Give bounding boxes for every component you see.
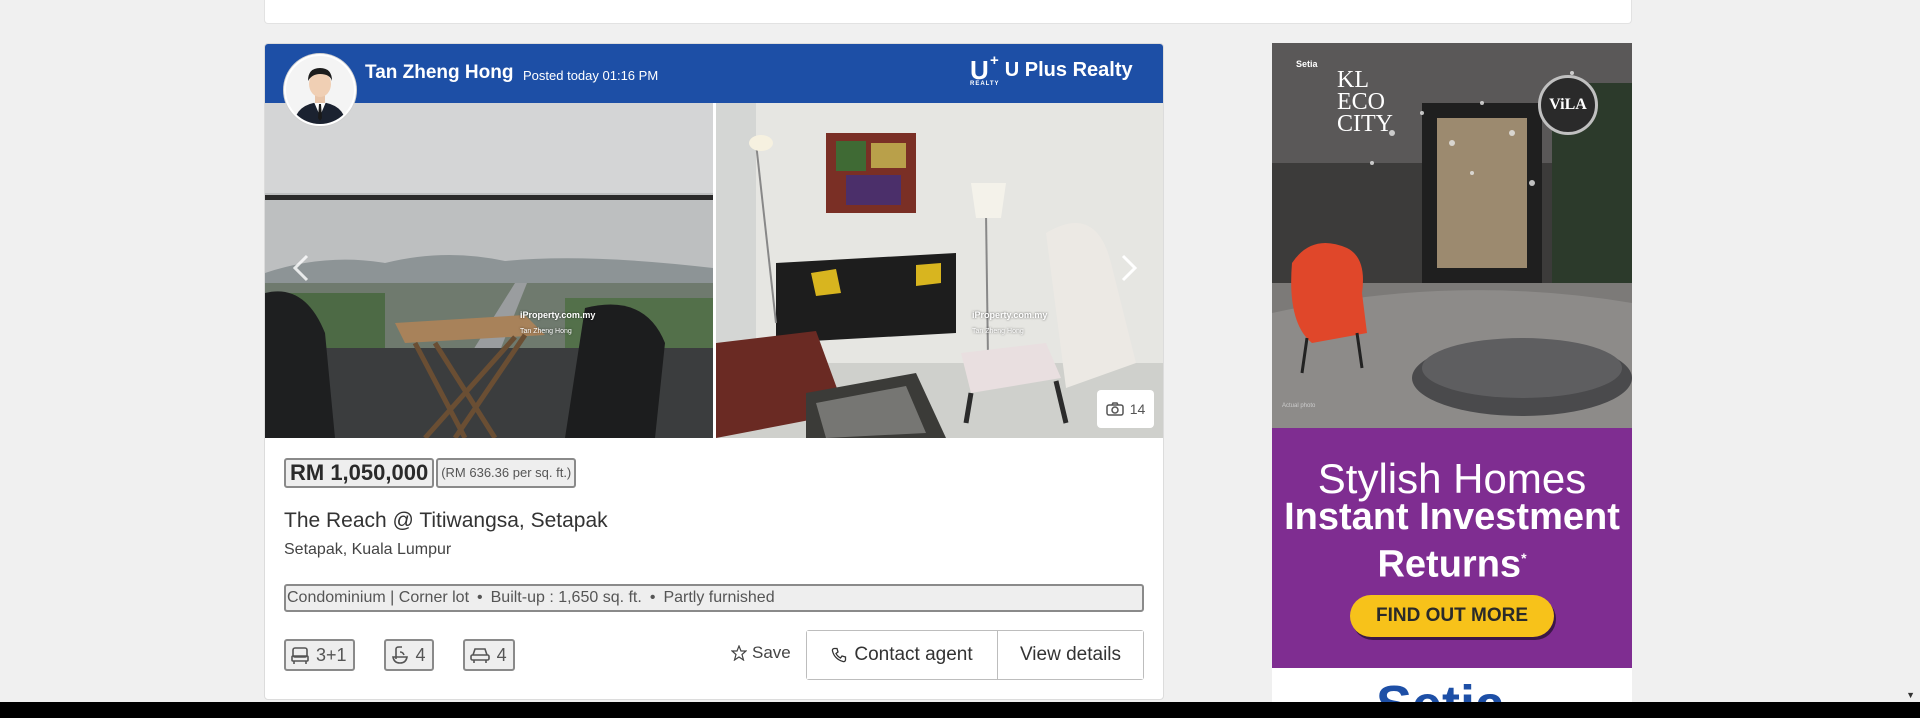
listing-title[interactable]: The Reach @ Titiwangsa, Setapak <box>284 509 608 533</box>
ad-brand-name: KL ECO CITY <box>1337 67 1393 137</box>
page-footer-bar <box>0 702 1920 718</box>
listing-actions: Contact agent View details <box>806 630 1144 680</box>
bed-icon <box>291 647 309 664</box>
photo-watermark: iProperty.com.my Tan Zheng Hong <box>520 310 596 335</box>
photo-watermark: iProperty.com.my Tan Zheng Hong <box>972 310 1048 335</box>
photo-gallery[interactable]: iProperty.com.my Tan Zheng Hong iPropert… <box>265 103 1163 438</box>
contact-agent-button[interactable]: Contact agent <box>807 631 998 679</box>
agent-name[interactable]: Tan Zheng Hong <box>365 62 513 84</box>
agency-logo[interactable]: U + REALTY U Plus Realty <box>970 52 1133 87</box>
find-out-more-button[interactable]: FIND OUT MORE <box>1350 595 1554 637</box>
listing-photo-living-room[interactable]: iProperty.com.my Tan Zheng Hong <box>716 103 1163 438</box>
agency-name: U Plus Realty <box>1004 58 1133 81</box>
listing-photo-balcony[interactable]: iProperty.com.my Tan Zheng Hong <box>265 103 713 438</box>
ad-image[interactable]: Setia KL ECO CITY ViLA Actual photo <box>1272 43 1632 428</box>
posted-time: Posted today 01:16 PM <box>523 68 659 83</box>
furnishing: Partly furnished <box>663 589 775 606</box>
chevron-right-icon <box>1121 254 1138 282</box>
previous-listing-card <box>264 0 1632 24</box>
scroll-down-icon[interactable]: ▼ <box>1906 690 1915 700</box>
built-up-size: Built-up : 1,650 sq. ft. <box>490 589 642 606</box>
separator-dot: • <box>649 589 656 606</box>
ad-message[interactable]: Stylish Homes Instant Investment Returns… <box>1272 428 1632 668</box>
listing-features: 3+1 4 4 <box>284 639 515 671</box>
gallery-prev-button[interactable] <box>281 248 321 288</box>
contact-agent-label: Contact agent <box>854 644 973 665</box>
ad-badge: ViLA <box>1538 75 1598 135</box>
camera-icon <box>1105 402 1124 416</box>
bathrooms-count: 4 <box>415 644 426 665</box>
listing-price: RM 1,050,000 <box>284 458 435 488</box>
listing-attributes: Condominium | Corner lot • Built-up : 1,… <box>284 584 1144 612</box>
listing-card[interactable]: Tan Zheng Hong Posted today 01:16 PM U + R… <box>264 43 1164 700</box>
price-per-sqft: (RM 636.36 per sq. ft.) <box>436 458 577 488</box>
view-details-button[interactable]: View details <box>998 631 1143 679</box>
view-details-label: View details <box>1019 644 1122 665</box>
listing-header: Tan Zheng Hong Posted today 01:16 PM U + R… <box>265 44 1163 103</box>
bedrooms-feature: 3+1 <box>284 639 355 671</box>
photo-count-badge[interactable]: 14 <box>1097 390 1154 428</box>
star-icon <box>731 645 747 661</box>
advertisement-banner[interactable]: Setia KL ECO CITY ViLA Actual photo Styl… <box>1272 43 1632 718</box>
chevron-left-icon <box>292 254 309 282</box>
gallery-next-button[interactable] <box>1109 248 1149 288</box>
phone-icon <box>832 647 847 663</box>
agency-logo-mark: U + REALTY <box>970 52 1000 87</box>
car-icon <box>469 648 490 663</box>
photo-count: 14 <box>1129 401 1146 417</box>
bathrooms-feature: 4 <box>383 639 434 671</box>
save-label: Save <box>752 643 791 662</box>
ad-brand-small: Setia <box>1296 59 1318 69</box>
price-row: RM 1,050,000 (RM 636.36 per sq. ft.) <box>284 458 577 488</box>
bedrooms-count: 3+1 <box>316 644 347 665</box>
listing-location: Setapak, Kuala Lumpur <box>284 541 452 558</box>
agent-avatar[interactable] <box>284 54 356 126</box>
ad-subheadline: Instant Investment Returns* <box>1284 496 1620 586</box>
separator-dot: • <box>477 589 483 606</box>
property-type: Condominium | Corner lot <box>287 589 470 606</box>
save-button[interactable]: Save <box>731 643 791 663</box>
parking-feature: 4 <box>462 639 515 671</box>
parking-count: 4 <box>496 644 507 665</box>
ad-disclaimer: Actual photo <box>1282 403 1316 409</box>
bath-icon <box>391 646 408 664</box>
